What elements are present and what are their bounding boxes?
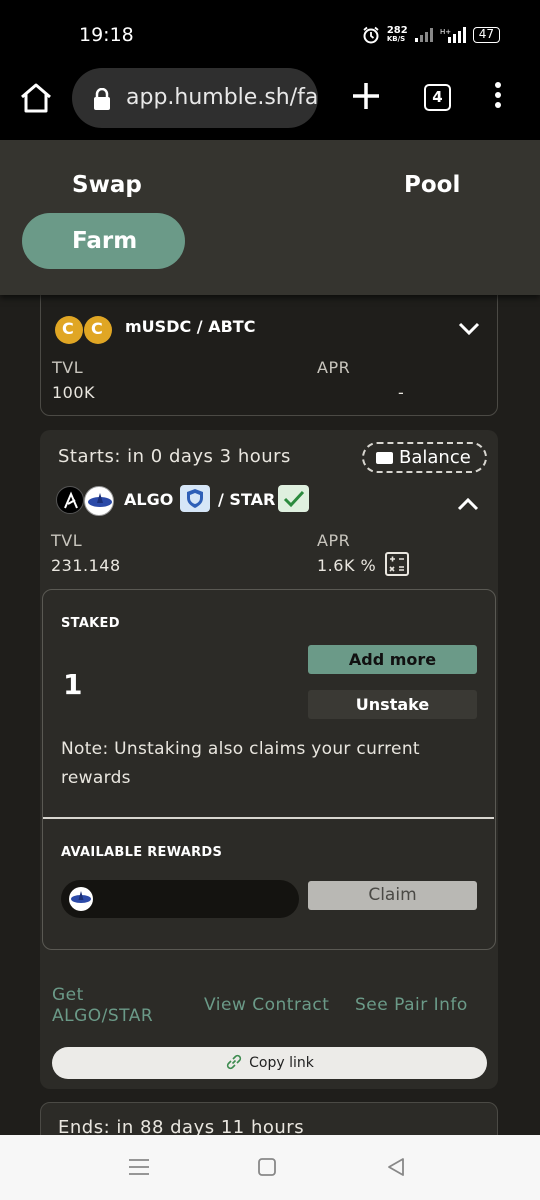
new-tab-icon[interactable] [350,80,382,112]
tvl-label: TVL [52,358,84,377]
farm-end-time: Ends: in 88 days 11 hours [58,1117,305,1135]
status-time: 19:18 [79,24,134,46]
calculator-icon[interactable] [385,552,409,576]
alarm-icon [363,26,379,44]
app-navigation: Swap Pool Farm [0,140,540,295]
chevron-up-icon[interactable] [457,497,479,511]
verified-check-icon [278,485,309,512]
speed-unit: KB/S [386,35,406,43]
apr-value: 1.6K % [317,556,377,575]
balance-button[interactable]: Balance [362,442,487,473]
home-square-icon[interactable] [257,1157,277,1177]
balance-label: Balance [399,447,471,468]
star-token-icon [84,486,114,516]
add-more-button[interactable]: Add more [308,645,477,674]
rewards-title: AVAILABLE REWARDS [61,845,223,860]
signal-icon-2: H+ [440,27,466,43]
more-menu-icon[interactable] [490,82,506,114]
speed-value: 282 [386,25,408,36]
nav-pool[interactable]: Pool [404,172,460,198]
get-pair-link-line1[interactable]: Get [52,985,84,1005]
claim-button[interactable]: Claim [308,881,477,910]
farm-start-time: Starts: in 0 days 3 hours [58,446,291,467]
musdc-coin-icon [55,316,83,344]
wallet-icon [376,452,393,464]
apr-label: APR [317,531,351,550]
recents-menu-icon[interactable] [128,1158,150,1176]
nav-swap[interactable]: Swap [72,172,142,198]
back-triangle-icon[interactable] [386,1157,406,1177]
get-pair-link-line2[interactable]: ALGO/STAR [52,1006,153,1026]
tab-switcher-button[interactable]: 4 [424,84,451,111]
chevron-down-icon[interactable] [458,322,480,336]
status-bar: 19:18 282 KB/S H+ 47 [0,0,540,62]
farm-list: mUSDC / ABTC TVL 100K APR - Starts: in 0… [0,295,540,1135]
star-reward-icon [69,887,93,911]
unstake-note: Note: Unstaking also claims your current… [61,739,420,788]
section-divider [43,817,494,819]
verified-shield-icon [180,485,210,512]
battery-indicator: 47 [472,27,500,43]
tvl-value: 231.148 [51,556,121,575]
signal-icon-1 [414,28,433,42]
svg-text:H+: H+ [440,28,451,36]
staked-title: STAKED [61,616,120,631]
farm-card-next: Ends: in 88 days 11 hours [40,1102,498,1135]
link-icon [227,1054,242,1070]
token-b-name: / STAR [218,490,276,509]
apr-value: - [398,383,405,402]
abtc-coin-icon [84,316,112,344]
status-icons: 282 KB/S H+ 47 [362,26,500,44]
system-navigation-bar [0,1135,540,1200]
rewards-amount-bar [61,880,299,918]
unstake-button[interactable]: Unstake [308,690,477,719]
apr-label: APR [317,358,351,377]
tvl-value: 100K [52,383,96,402]
nav-farm-active[interactable]: Farm [22,213,185,269]
lock-icon [94,88,110,110]
home-icon[interactable] [18,80,54,116]
url-text: app.humble.sh/fa [126,85,318,110]
pair-name: mUSDC / ABTC [125,317,256,336]
algo-token-icon [56,486,84,514]
copy-link-label: Copy link [249,1055,314,1071]
address-bar[interactable]: app.humble.sh/fa [72,68,318,128]
staked-panel: STAKED 1 Add more Unstake Note: Unstakin… [42,589,496,950]
staked-amount: 1 [63,668,83,701]
farm-card-musdc-abtc: mUSDC / ABTC TVL 100K APR - [40,295,498,416]
network-speed: 282 KB/S [387,26,408,44]
token-a-name: ALGO [124,490,174,509]
farm-card-algo-star: Starts: in 0 days 3 hours Balance ALGO /… [40,430,498,1089]
see-pair-info-link[interactable]: See Pair Info [355,995,468,1015]
copy-link-button[interactable]: Copy link [52,1047,487,1079]
tvl-label: TVL [51,531,83,550]
browser-toolbar: app.humble.sh/fa 4 [0,62,540,140]
view-contract-link[interactable]: View Contract [204,995,329,1015]
